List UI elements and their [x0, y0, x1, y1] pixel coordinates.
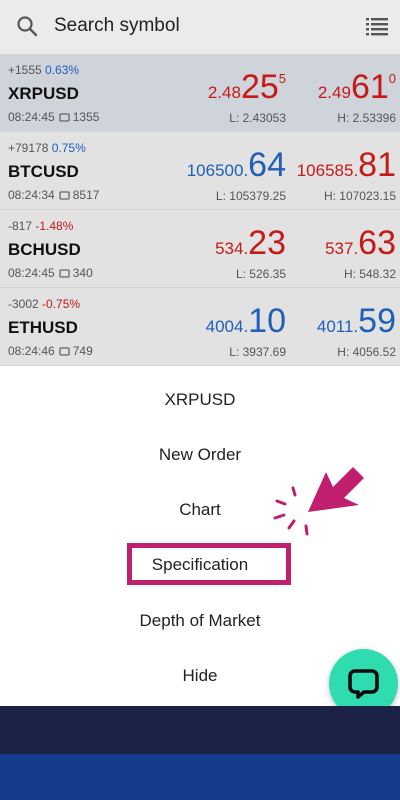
ask-price[interactable]: 106585.81	[297, 146, 396, 185]
quote-time: 08:24:45 340	[8, 266, 93, 280]
quote-list: +1555 0.63% XRPUSD 08:24:45 1355 2.48255 …	[0, 54, 400, 370]
symbol-name: XRPUSD	[8, 84, 79, 103]
bid-price[interactable]: 534.23	[215, 224, 286, 263]
ask-price[interactable]: 537.63	[325, 224, 396, 263]
low-price: L: 105379.25	[215, 189, 286, 203]
high-price: H: 548.32	[343, 267, 396, 281]
high-price: H: 4056.52	[337, 345, 396, 359]
list-icon[interactable]	[366, 16, 388, 36]
quote-row-bchusd[interactable]: -817 -1.48% BCHUSD 08:24:45 340 534.23 53…	[0, 210, 400, 288]
quote-time: 08:24:46 749	[8, 344, 93, 358]
menu-title: XRPUSD	[164, 390, 236, 409]
change-label: +79178 0.75%	[8, 141, 86, 155]
quote-row-ethusd[interactable]: -3002 -0.75% ETHUSD 08:24:46 749 4004.10 …	[0, 288, 400, 366]
change-label: -817 -1.48%	[8, 219, 74, 233]
quote-time: 08:24:45 1355	[8, 110, 100, 124]
menu-item-depth-of-market[interactable]: Depth of Market	[0, 601, 400, 641]
search-bar[interactable]: Search symbol	[0, 0, 400, 54]
symbol-name: BCHUSD	[8, 240, 81, 259]
specification-highlight-box	[127, 543, 291, 585]
change-label: +1555 0.63%	[8, 63, 80, 77]
low-price: L: 2.43053	[229, 111, 286, 125]
bottom-band-dark	[0, 706, 400, 754]
quote-row-btcusd[interactable]: +79178 0.75% BTCUSD 08:24:34 8517 106500.…	[0, 132, 400, 210]
low-price: L: 526.35	[235, 267, 286, 281]
ask-price[interactable]: 2.49610	[318, 68, 396, 107]
ask-price[interactable]: 4011.59	[317, 302, 396, 341]
chat-icon	[348, 669, 379, 699]
bottom-band-blue	[0, 754, 400, 800]
spread-icon	[59, 191, 70, 200]
high-price: H: 107023.15	[323, 189, 396, 203]
bid-price[interactable]: 2.48255	[208, 68, 286, 107]
change-label: -3002 -0.75%	[8, 297, 81, 311]
symbol-name: BTCUSD	[8, 162, 79, 181]
spread-icon	[59, 113, 70, 122]
search-input[interactable]: Search symbol	[54, 15, 180, 37]
search-icon[interactable]	[16, 15, 38, 37]
symbol-name: ETHUSD	[8, 318, 78, 337]
bid-price[interactable]: 106500.64	[187, 146, 286, 185]
spread-icon	[59, 269, 70, 278]
quote-time: 08:24:34 8517	[8, 188, 100, 202]
low-price: L: 3937.69	[229, 345, 286, 359]
quote-row-xrpusd[interactable]: +1555 0.63% XRPUSD 08:24:45 1355 2.48255 …	[0, 54, 400, 132]
spread-icon	[59, 347, 70, 356]
bid-price[interactable]: 4004.10	[206, 302, 286, 341]
high-price: H: 2.53396	[337, 111, 396, 125]
arrow-pointer-icon	[273, 467, 364, 536]
